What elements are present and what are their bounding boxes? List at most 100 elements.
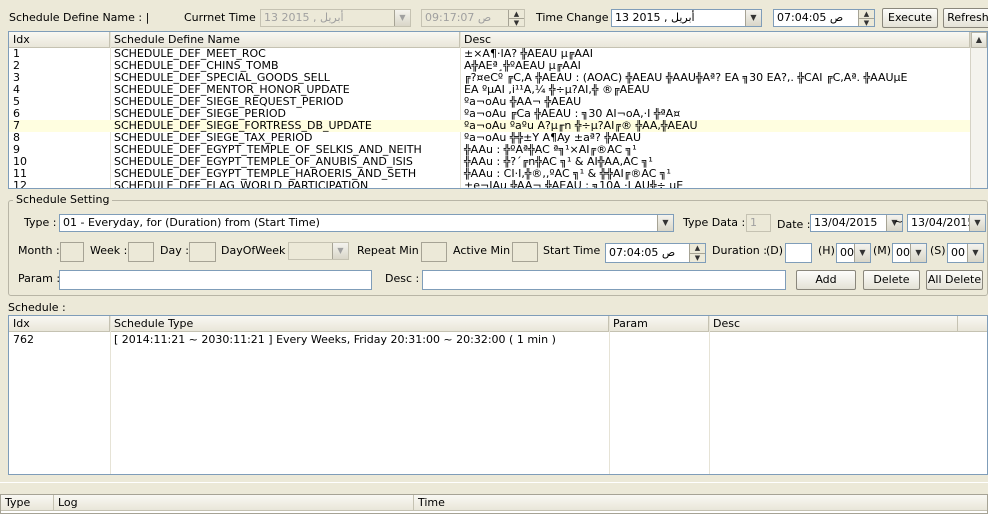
chevron-down-icon[interactable]: ▼ — [745, 10, 761, 26]
cell-desc: ºa¬oAu ╬╬±Y A¶Ay ±aª? ╬AEAU — [464, 132, 641, 144]
date-label: Date : — [777, 218, 811, 231]
param-input[interactable] — [59, 270, 372, 290]
refresh-button[interactable]: Refresh — [943, 8, 988, 28]
cell-idx: 5 — [13, 96, 20, 108]
cell-desc: ±×A¶·IA? ╬AEAU µ╔AAI — [464, 48, 593, 60]
cell-desc: ╬AAu : CI·I,╬®,,ºAC ╗¹ & ╬╬AI╔®AC ╗¹ — [464, 168, 671, 180]
type-select[interactable]: 01 - Everyday, for (Duration) from (Star… — [59, 214, 674, 232]
log-table[interactable]: Type Log Time — [0, 494, 988, 514]
column-header-filler — [958, 316, 987, 332]
cell-name: SCHEDULE_DEF_EGYPT_TEMPLE_OF_ANUBIS_AND_… — [114, 156, 413, 168]
schedule-table[interactable]: Idx Schedule Type Param Desc 762 [ 2014:1… — [8, 315, 988, 475]
chevron-down-icon[interactable]: ▼ — [969, 215, 985, 231]
column-header-desc[interactable]: Desc — [460, 32, 970, 48]
table-row[interactable]: 8 SCHEDULE_DEF_SIEGE_TAX_PERIOD ºa¬oAu ╬╬±… — [9, 132, 970, 144]
schedule-setting-title: Schedule Setting — [13, 193, 113, 207]
param-label: Param : — [18, 272, 61, 285]
start-time-field[interactable]: 07:04:05 ص ▲ ▼ — [605, 243, 706, 263]
table-row[interactable]: 2 SCHEDULE_DEF_CHINS_TOMB A╬AEª¸╬ºAEAU µ╔A… — [9, 60, 970, 72]
cell-idx: 12 — [13, 180, 27, 189]
cell-idx: 3 — [13, 72, 20, 84]
date-to-picker[interactable]: 13/04/2015 ▼ — [907, 214, 986, 232]
cell-desc: ºa¬oAu ºaºu A?µ╓n ╬÷µ?AI╔® ╬AA,╬AEAU — [464, 120, 698, 132]
active-min-field — [512, 242, 538, 262]
repeat-min-label: Repeat Min : — [357, 244, 426, 257]
chevron-down-icon[interactable]: ▼ — [967, 244, 983, 262]
column-header-idx[interactable]: Idx — [9, 316, 110, 332]
column-header-idx[interactable]: Idx — [9, 32, 110, 48]
cell-idx: 4 — [13, 84, 20, 96]
schedule-label: Schedule : — [8, 301, 66, 314]
cell-name: SCHEDULE_DEF_SIEGE_REQUEST_PERIOD — [114, 96, 344, 108]
column-header-desc[interactable]: Desc — [709, 316, 958, 332]
cell-desc: ╬AAu : ╬?´╔n╬AC ╗¹ & AI╬AA,AC ╗¹ — [464, 156, 653, 168]
table-row[interactable]: 11 SCHEDULE_DEF_EGYPT_TEMPLE_HAROERIS_AND… — [9, 168, 970, 180]
cell-name: SCHEDULE_DEF_MEET_ROC — [114, 48, 266, 60]
type-label: Type : — [24, 216, 57, 229]
month-field — [60, 242, 84, 262]
execute-button[interactable]: Execute — [882, 8, 938, 28]
table-row[interactable]: 762 [ 2014:11:21 ~ 2030:11:21 ] Every Wee… — [9, 334, 987, 346]
duration-hours-label: (H) — [818, 244, 835, 257]
cell-idx: 2 — [13, 60, 20, 72]
chevron-down-icon[interactable]: ▼ — [657, 215, 673, 231]
column-header-param[interactable]: Param — [609, 316, 709, 332]
cell-desc: ºa¬oAu ╔Ca ╬AEAU : ╗30 AI¬oA,·I ╬ªA¤ — [464, 108, 681, 120]
change-time-field[interactable]: 07:04:05 ص ▲ ▼ — [773, 9, 875, 27]
column-header-schedule-type[interactable]: Schedule Type — [110, 316, 609, 332]
add-button[interactable]: Add — [796, 270, 856, 290]
table-row[interactable]: 7 SCHEDULE_DEF_SIEGE_FORTRESS_DB_UPDATE ºa… — [9, 120, 970, 132]
spin-buttons: ▲ ▼ — [508, 10, 524, 26]
all-delete-button[interactable]: All Delete — [926, 270, 983, 290]
vertical-scrollbar[interactable]: ▲ — [970, 32, 987, 188]
table-row[interactable]: 4 SCHEDULE_DEF_MENTOR_HONOR_UPDATE EA ºµAI… — [9, 84, 970, 96]
day-field — [189, 242, 216, 262]
chevron-down-icon[interactable]: ▼ — [854, 244, 870, 262]
table-row[interactable]: 10 SCHEDULE_DEF_EGYPT_TEMPLE_OF_ANUBIS_AN… — [9, 156, 970, 168]
cell-name: SCHEDULE_DEF_SIEGE_PERIOD — [114, 108, 286, 120]
table-row[interactable]: 1 SCHEDULE_DEF_MEET_ROC ±×A¶·IA? ╬AEAU µ╔A… — [9, 48, 970, 60]
week-label: Week : — [90, 244, 128, 257]
scroll-up-icon[interactable]: ▲ — [971, 32, 987, 48]
table-row[interactable]: 3 SCHEDULE_DEF_SPECIAL_GOODS_SELL ╔?¤eCº ╔… — [9, 72, 970, 84]
table-row[interactable]: 9 SCHEDULE_DEF_EGYPT_TEMPLE_OF_SELKIS_AND… — [9, 144, 970, 156]
cell-desc: ╬AAu : ╬ºAª╬AC ª╗¹×AI╔®AC ╗¹ — [464, 144, 637, 156]
cell-idx: 7 — [13, 120, 20, 132]
active-min-label: Active Min : — [453, 244, 518, 257]
day-of-week-label: DayOfWeek : — [221, 244, 293, 257]
date-from-picker[interactable]: 13/04/2015 ▼ — [810, 214, 903, 232]
spin-buttons[interactable]: ▲ ▼ — [689, 244, 705, 262]
cell-name: SCHEDULE_DEF_EGYPT_TEMPLE_HAROERIS_AND_S… — [114, 168, 417, 180]
duration-seconds-select[interactable]: 00 ▼ — [947, 243, 984, 263]
splitter[interactable] — [0, 482, 988, 492]
cell-idx: 6 — [13, 108, 20, 120]
duration-hours-select[interactable]: 00 ▼ — [836, 243, 871, 263]
cell-desc: ±e¬IAu ╬AA¬ ╬AEAU : ╗10A ·I AU╬÷ µE — [464, 180, 684, 189]
desc-input[interactable] — [422, 270, 786, 290]
day-label: Day : — [160, 244, 189, 257]
delete-button[interactable]: Delete — [863, 270, 920, 290]
cell-idx: 10 — [13, 156, 27, 168]
current-date-picker: 13 أبريل , 2015 ▼ — [260, 9, 411, 27]
duration-label: Duration : — [712, 244, 767, 257]
chevron-down-icon[interactable]: ▼ — [910, 244, 926, 262]
table-row[interactable]: 12 SCHEDULE_DEF_FLAG_WORLD_PARTICIPATION ±… — [9, 180, 970, 189]
week-field — [128, 242, 154, 262]
change-date-picker[interactable]: 13 أبريل , 2015 ▼ — [611, 9, 762, 27]
table-row[interactable]: 6 SCHEDULE_DEF_SIEGE_PERIOD ºa¬oAu ╔Ca ╬AE… — [9, 108, 970, 120]
chevron-down-icon: ▼ — [332, 243, 348, 259]
schedule-define-table[interactable]: Idx Schedule Define Name Desc 1 SCHEDULE_… — [8, 31, 988, 189]
cell-desc: ╔?¤eCº ╔C,A ╬AEAU : (AOAC) ╬AEAU ╬AAU╬Aª… — [464, 72, 908, 84]
cell-desc: A╬AEª¸╬ºAEAU µ╔AAI — [464, 60, 581, 72]
column-header-name[interactable]: Schedule Define Name — [110, 32, 460, 48]
date-range-tilde: ~ — [894, 215, 904, 228]
duration-seconds-label: (S) — [930, 244, 946, 257]
cell-desc: EA ºµAI ,i¹¹A,¼ ╬÷µ?AI,╬ ®╔AEAU — [464, 84, 650, 96]
duration-days-field[interactable] — [785, 243, 812, 263]
spin-buttons[interactable]: ▲ ▼ — [858, 10, 874, 26]
table-row[interactable]: 5 SCHEDULE_DEF_SIEGE_REQUEST_PERIOD ºa¬oAu… — [9, 96, 970, 108]
duration-minutes-select[interactable]: 00 ▼ — [892, 243, 927, 263]
cell-name: SCHEDULE_DEF_SIEGE_FORTRESS_DB_UPDATE — [114, 120, 372, 132]
type-data-field: 1 — [746, 214, 771, 232]
duration-days-label: (D) — [766, 244, 784, 257]
